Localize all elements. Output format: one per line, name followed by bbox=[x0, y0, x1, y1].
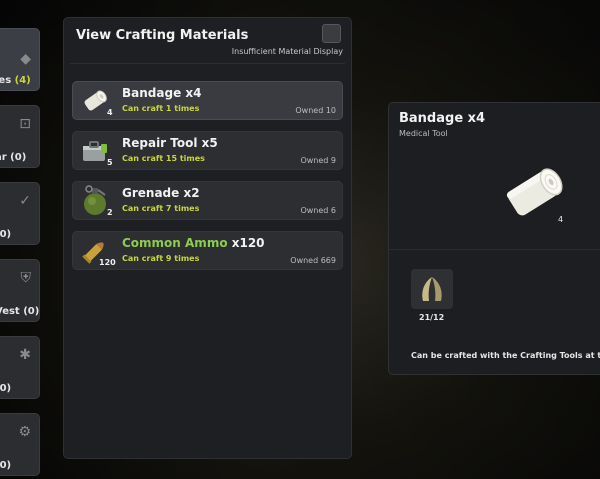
item-name: Grenade bbox=[122, 186, 180, 200]
category-tab-tactical[interactable]: ✱ (0) bbox=[0, 336, 40, 399]
category-label: ar bbox=[0, 152, 7, 163]
item-name-qty: x2 bbox=[179, 186, 200, 200]
category-count: (0) bbox=[23, 306, 40, 317]
item-craft-count: Can craft 7 times bbox=[122, 204, 200, 213]
crafting-list-panel: View Crafting Materials Insufficient Mat… bbox=[63, 17, 352, 459]
item-name: Repair Tool bbox=[122, 136, 198, 150]
craft-item-bandage[interactable]: 4 Bandage x4 Can craft 1 times Owned 10 bbox=[72, 81, 343, 120]
item-name-qty: x120 bbox=[227, 236, 265, 250]
item-detail-panel: Bandage x4 Medical Tool 4 21/12 Can be c… bbox=[388, 102, 600, 375]
item-owned: Owned 10 bbox=[295, 106, 336, 115]
category-tab-consumables[interactable]: ◆ les (4) bbox=[0, 28, 40, 91]
item-qty: 5 bbox=[107, 158, 113, 167]
vest-icon: ⛨ bbox=[20, 270, 32, 286]
insufficient-material-checkbox[interactable] bbox=[322, 24, 341, 43]
craft-item-repair-tool[interactable]: 5 Repair Tool x5 Can craft 15 times Owne… bbox=[72, 131, 343, 170]
detail-subtitle: Medical Tool bbox=[399, 129, 448, 138]
item-name-qty: x5 bbox=[197, 136, 218, 150]
gear-icon: ⊡ bbox=[19, 116, 31, 132]
bandage-icon bbox=[506, 168, 563, 216]
item-owned: Owned 9 bbox=[300, 156, 336, 165]
category-tab-gear[interactable]: ⊡ ar (0) bbox=[0, 105, 40, 168]
category-label: Vest bbox=[0, 306, 20, 317]
item-craft-count: Can craft 9 times bbox=[122, 254, 200, 263]
category-count: (4) bbox=[14, 75, 31, 86]
detail-image-count: 4 bbox=[558, 215, 564, 224]
insufficient-material-label: Insufficient Material Display bbox=[231, 47, 343, 56]
item-qty: 2 bbox=[107, 208, 113, 217]
category-count: (0) bbox=[0, 460, 12, 471]
material-slot[interactable] bbox=[411, 269, 453, 309]
craft-item-common-ammo[interactable]: 120 Common Ammo x120 Can craft 9 times O… bbox=[72, 231, 343, 270]
category-label: les bbox=[0, 75, 12, 86]
category-count: (0) bbox=[0, 383, 12, 394]
consumables-icon: ◆ bbox=[20, 51, 31, 67]
material-count: 21/12 bbox=[419, 313, 445, 322]
fiber-icon bbox=[422, 277, 442, 301]
divider bbox=[389, 249, 600, 250]
item-owned: Owned 669 bbox=[290, 256, 336, 265]
category-count: (0) bbox=[10, 152, 27, 163]
item-qty: 120 bbox=[99, 258, 116, 267]
crafting-note: Can be crafted with the Crafting Tools a… bbox=[411, 351, 600, 360]
divider bbox=[70, 63, 345, 64]
craft-item-grenade[interactable]: 2 Grenade x2 Can craft 7 times Owned 6 bbox=[72, 181, 343, 220]
item-craft-count: Can craft 15 times bbox=[122, 154, 205, 163]
item-name: Common Ammo bbox=[122, 236, 228, 250]
panel-title: View Crafting Materials bbox=[76, 28, 249, 43]
item-owned: Owned 6 bbox=[300, 206, 336, 215]
weapon-icon: ✓ bbox=[19, 193, 31, 209]
category-tab-weapon[interactable]: ✓ (0) bbox=[0, 182, 40, 245]
item-craft-count: Can craft 1 times bbox=[122, 104, 200, 113]
item-name: Bandage bbox=[122, 86, 182, 100]
detail-title: Bandage x4 bbox=[399, 111, 486, 126]
item-qty: 4 bbox=[107, 108, 113, 117]
item-name-qty: x4 bbox=[181, 86, 202, 100]
category-count: (0) bbox=[0, 229, 12, 240]
tactical-icon: ✱ bbox=[19, 347, 31, 363]
misc-icon: ⚙ bbox=[18, 424, 31, 440]
category-tab-misc[interactable]: ⚙ (0) bbox=[0, 413, 40, 476]
category-tab-vest[interactable]: ⛨ Vest (0) bbox=[0, 259, 40, 322]
